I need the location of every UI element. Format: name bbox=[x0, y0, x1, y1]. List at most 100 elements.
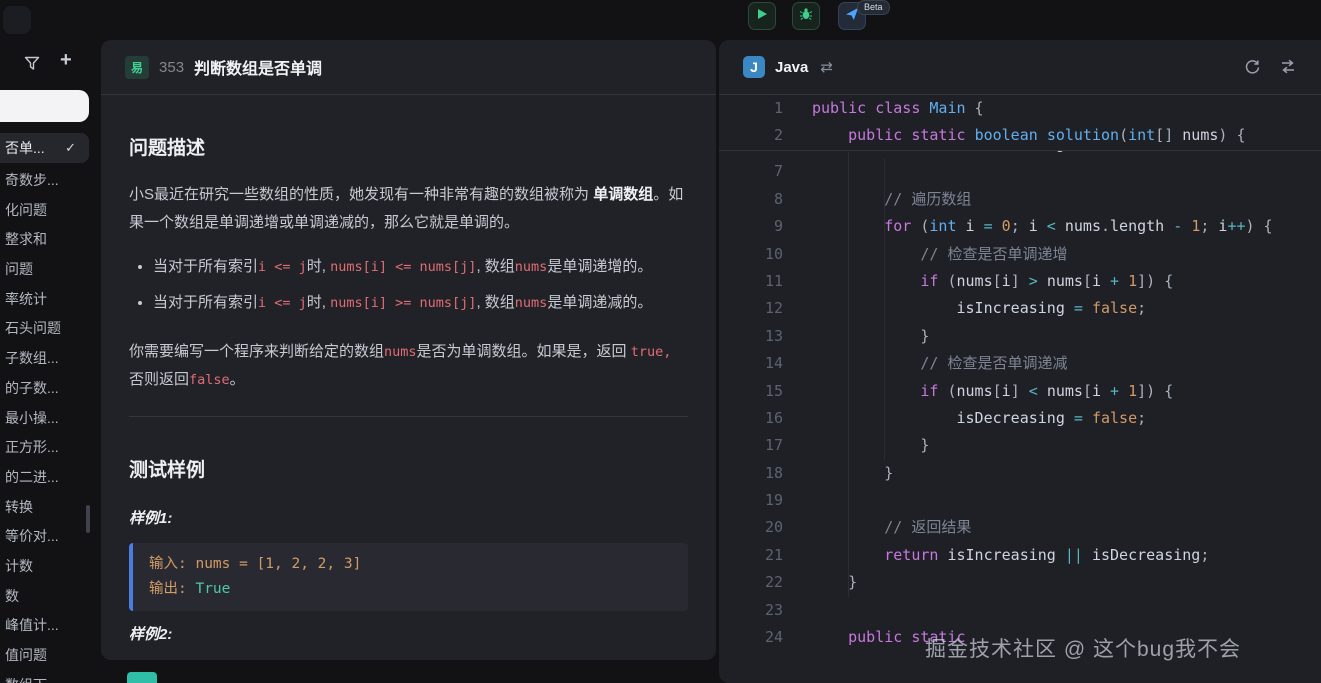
line-number: 16 bbox=[719, 405, 783, 432]
line-number: 21 bbox=[719, 542, 783, 569]
section-heading-description: 问题描述 bbox=[129, 133, 688, 160]
check-icon: ✓ bbox=[65, 140, 76, 156]
line-number: 14 bbox=[719, 350, 783, 377]
beta-badge: Beta bbox=[857, 0, 890, 15]
code-line[interactable]: 18 } bbox=[719, 460, 1321, 487]
sidebar-item[interactable]: 转换 bbox=[0, 493, 97, 523]
swap-layout-icon[interactable] bbox=[1279, 59, 1297, 75]
line-number: 11 bbox=[719, 268, 783, 295]
code-line[interactable]: 12 isIncreasing = false; bbox=[719, 295, 1321, 322]
outro-paragraph: 你需要编写一个程序来判断给定的数组nums是否为单调数组。如果是，返回 true… bbox=[129, 338, 688, 394]
code-line[interactable]: 1public class Main { bbox=[719, 95, 1321, 122]
code-line[interactable]: 11 if (nums[i] > nums[i + 1]) { bbox=[719, 268, 1321, 295]
sidebar-item[interactable]: 问题 bbox=[0, 255, 97, 285]
example-input-line: 输入: nums = [1, 2, 2, 3] bbox=[149, 552, 672, 577]
line-number: 2 bbox=[719, 122, 783, 149]
code-line[interactable]: 16 isDecreasing = false; bbox=[719, 405, 1321, 432]
problem-title: 判断数组是否单调 bbox=[194, 55, 322, 79]
example1-block: 输入: nums = [1, 2, 2, 3] 输出: True bbox=[129, 543, 688, 611]
problem-panel: 易 353 判断数组是否单调 问题描述 小S最近在研究一些数组的性质，她发现有一… bbox=[101, 40, 716, 660]
code-line[interactable]: 20 // 返回结果 bbox=[719, 514, 1321, 541]
sidebar-item[interactable]: 的子数... bbox=[0, 374, 97, 404]
sidebar-list: 奇数步...化问题整求和问题率统计石头问题子数组...的子数...最小操...正… bbox=[0, 166, 97, 683]
code-line[interactable]: 9 for (int i = 0; i < nums.length - 1; i… bbox=[719, 213, 1321, 240]
app-logo[interactable] bbox=[3, 6, 31, 34]
code-line[interactable]: 22 } bbox=[719, 569, 1321, 596]
sidebar-item[interactable]: 计数 bbox=[0, 552, 97, 582]
sidebar-item[interactable]: 的二进... bbox=[0, 463, 97, 493]
sidebar-item[interactable]: 峰值计... bbox=[0, 611, 97, 641]
indent-guide bbox=[884, 158, 885, 460]
example-output-label: 输出: bbox=[149, 581, 195, 597]
line-number: 9 bbox=[719, 213, 783, 240]
bullet-item: 当对于所有索引i <= j时, nums[i] <= nums[j], 数组nu… bbox=[153, 253, 688, 281]
sidebar-scrollbar[interactable] bbox=[86, 505, 90, 533]
sidebar-item[interactable]: 子数组... bbox=[0, 344, 97, 374]
editor-header: J Java ⇄ bbox=[719, 40, 1321, 95]
code-area: 6 boolean isDecreasing = true;78 // 遍历数组… bbox=[719, 131, 1321, 651]
code-line[interactable]: 13 } bbox=[719, 323, 1321, 350]
run-icon bbox=[756, 7, 768, 25]
line-number: 23 bbox=[719, 597, 783, 624]
add-icon[interactable]: + bbox=[60, 49, 72, 72]
code-line[interactable]: 7 bbox=[719, 158, 1321, 185]
line-number: 15 bbox=[719, 378, 783, 405]
app-root: Beta + 否单... ✓ 奇数步...化问题整求和问题率统计石头问题子数组.… bbox=[0, 0, 1321, 683]
sidebar-item-label: 否单... bbox=[0, 138, 45, 158]
line-number: 19 bbox=[719, 487, 783, 514]
divider bbox=[129, 416, 688, 417]
line-number: 17 bbox=[719, 432, 783, 459]
run-button[interactable] bbox=[748, 2, 776, 30]
code-line[interactable]: 21 return isIncreasing || isDecreasing; bbox=[719, 542, 1321, 569]
bullet-list: 当对于所有索引i <= j时, nums[i] <= nums[j], 数组nu… bbox=[129, 253, 688, 317]
sidebar-selected-item[interactable]: 否单... ✓ bbox=[0, 133, 89, 163]
example-output-value: True bbox=[195, 581, 230, 597]
sidebar-item[interactable]: 奇数步... bbox=[0, 166, 97, 196]
filter-icon[interactable] bbox=[24, 56, 40, 76]
sidebar-item[interactable]: 值问题 bbox=[0, 641, 97, 671]
language-swap-icon[interactable]: ⇄ bbox=[820, 58, 833, 76]
sidebar-item[interactable]: 数 bbox=[0, 582, 97, 612]
line-number: 18 bbox=[719, 460, 783, 487]
java-icon: J bbox=[743, 56, 765, 78]
sidebar-item[interactable]: 数组下 bbox=[0, 671, 97, 683]
problem-number: 353 bbox=[159, 59, 184, 76]
line-number: 8 bbox=[719, 186, 783, 213]
debug-button[interactable] bbox=[792, 2, 820, 30]
code-line[interactable]: 17 } bbox=[719, 432, 1321, 459]
code-line[interactable]: 2 public static boolean solution(int[] n… bbox=[719, 122, 1321, 149]
difficulty-badge: 易 bbox=[125, 56, 149, 79]
problem-header: 易 353 判断数组是否单调 bbox=[101, 40, 716, 95]
debug-icon bbox=[799, 7, 813, 26]
sidebar-item[interactable]: 化问题 bbox=[0, 196, 97, 226]
reset-code-icon[interactable] bbox=[1244, 59, 1261, 76]
intro-paragraph: 小S最近在研究一些数组的性质，她发现有一种非常有趣的数组被称为 单调数组。如果一… bbox=[129, 181, 688, 237]
line-number: 7 bbox=[719, 158, 783, 185]
watermark: 掘金技术社区 @ 这个bug我不会 bbox=[925, 633, 1241, 663]
sidebar-item[interactable]: 石头问题 bbox=[0, 314, 97, 344]
sidebar-item[interactable]: 正方形... bbox=[0, 433, 97, 463]
code-line[interactable]: 23 bbox=[719, 597, 1321, 624]
sidebar-item[interactable]: 等价对... bbox=[0, 522, 97, 552]
code-line[interactable]: 14 // 检查是否单调递减 bbox=[719, 350, 1321, 377]
sidebar-item[interactable]: 最小操... bbox=[0, 404, 97, 434]
code-line[interactable]: 8 // 遍历数组 bbox=[719, 186, 1321, 213]
line-number: 20 bbox=[719, 514, 783, 541]
sidebar-item[interactable]: 率统计 bbox=[0, 285, 97, 315]
line-number: 13 bbox=[719, 323, 783, 350]
line-number: 24 bbox=[719, 624, 783, 651]
sticky-scroll: 1public class Main {2 public static bool… bbox=[719, 95, 1321, 151]
editor-panel: J Java ⇄ 6 boolean isDecreasing = true;7… bbox=[719, 40, 1321, 683]
code-line[interactable]: 19 bbox=[719, 487, 1321, 514]
line-number: 10 bbox=[719, 241, 783, 268]
sidebar-active-item[interactable] bbox=[0, 90, 89, 122]
partial-teal-badge bbox=[127, 672, 157, 683]
code-line[interactable]: 10 // 检查是否单调递增 bbox=[719, 241, 1321, 268]
section-heading-examples: 测试样例 bbox=[129, 455, 688, 482]
code-editor[interactable]: 6 boolean isDecreasing = true;78 // 遍历数组… bbox=[719, 95, 1321, 683]
line-number: 22 bbox=[719, 569, 783, 596]
sidebar-item[interactable]: 整求和 bbox=[0, 225, 97, 255]
code-line[interactable]: 15 if (nums[i] < nums[i + 1]) { bbox=[719, 378, 1321, 405]
example2-label: 样例2: bbox=[129, 623, 688, 644]
example1-label: 样例1: bbox=[129, 507, 688, 528]
